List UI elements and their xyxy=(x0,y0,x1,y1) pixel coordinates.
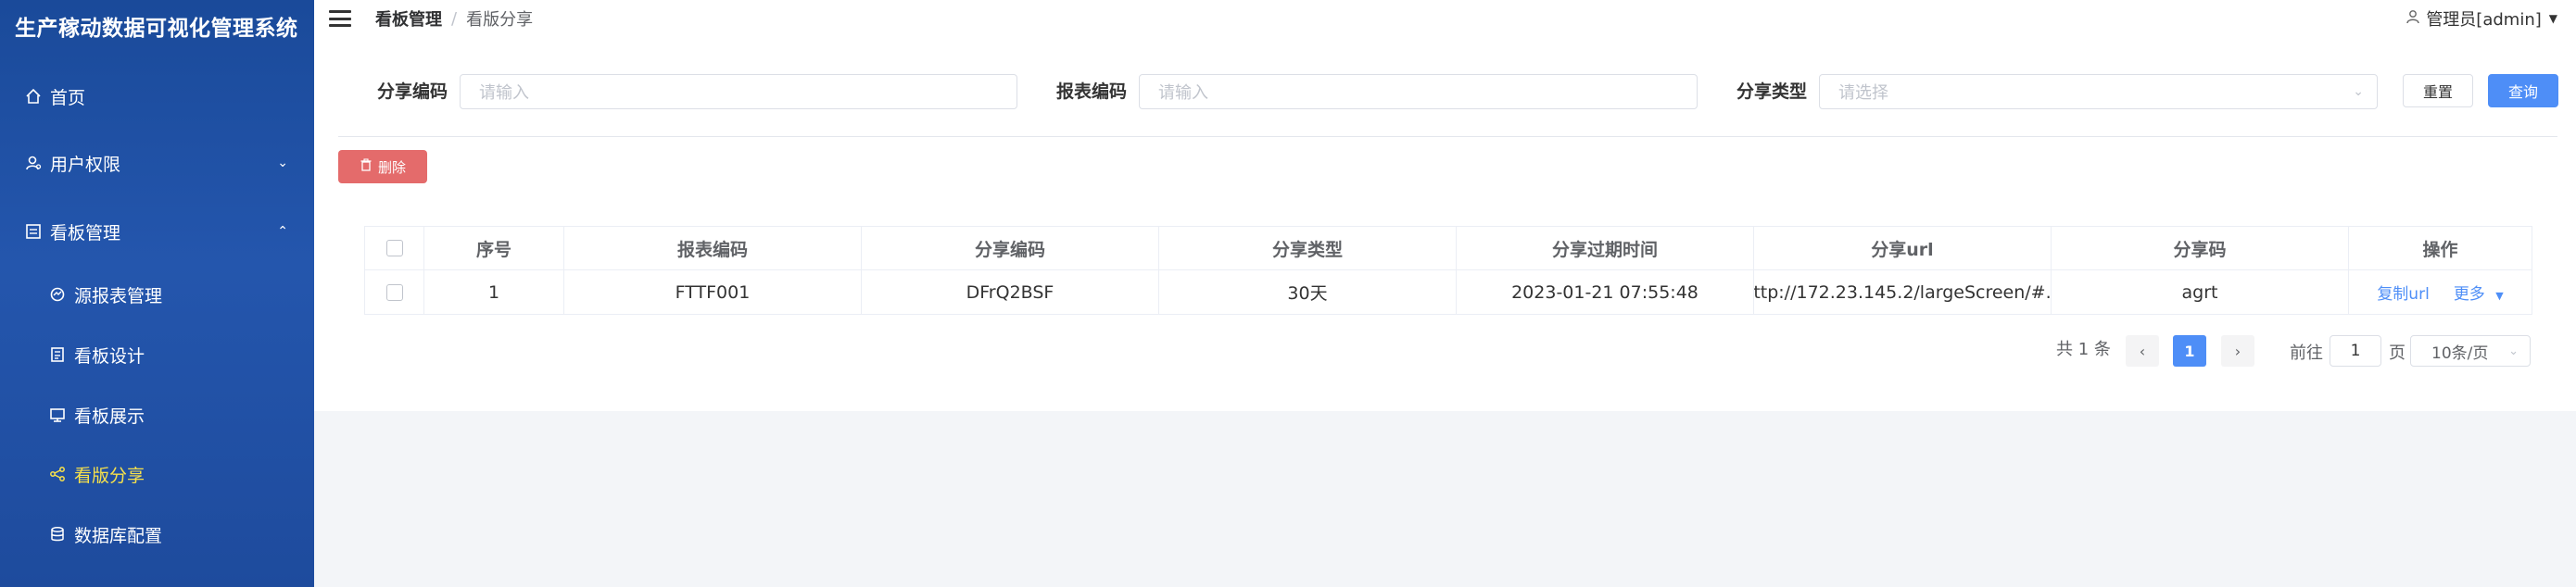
share-type-label: 分享类型 xyxy=(1736,81,1808,102)
divider xyxy=(338,136,2557,137)
chevron-left-icon: ‹ xyxy=(2139,342,2146,360)
main-panel: 分享编码 请输入 报表编码 请输入 分享类型 请选择 ⌄ 重置 查询 删除 序号… xyxy=(314,37,2576,411)
caret-down-icon: ▼ xyxy=(2495,290,2504,302)
pagination-total: 共 1 条 xyxy=(2056,340,2111,359)
cell-operations: 复制url 更多 ▼ xyxy=(2349,270,2532,314)
breadcrumb-current: 看版分享 xyxy=(466,10,534,30)
sidebar-item-label: 看板展示 xyxy=(74,406,145,427)
prev-page-button[interactable]: ‹ xyxy=(2126,335,2159,367)
sidebar-item-label: 看板设计 xyxy=(74,345,145,367)
column-header: 报表编码 xyxy=(564,227,862,269)
sidebar-item-board-display[interactable]: 看板展示 xyxy=(0,389,314,441)
more-label: 更多 xyxy=(2453,285,2485,304)
cell-expire-time: 2023-01-21 07:55:48 xyxy=(1457,270,1754,314)
breadcrumb-parent[interactable]: 看板管理 xyxy=(375,6,442,31)
table-header-row: 序号 报表编码 分享编码 分享类型 分享过期时间 分享url 分享码 操作 xyxy=(365,227,2532,270)
table-row: 1 FTTF001 DFrQ2BSF 30天 2023-01-21 07:55:… xyxy=(365,270,2532,314)
column-header: 分享编码 xyxy=(862,227,1159,269)
goto-label: 前往 xyxy=(2290,343,2323,363)
more-dropdown[interactable]: 更多 ▼ xyxy=(2454,281,2504,304)
delete-label: 删除 xyxy=(377,158,406,176)
cell-report-code: FTTF001 xyxy=(564,270,862,314)
menu-toggle-icon[interactable] xyxy=(329,8,351,29)
cell-share-url: http://172.23.145.2/largeScreen/#... xyxy=(1754,270,2052,314)
share-code-placeholder: 请输入 xyxy=(479,83,529,103)
cell-share-code: DFrQ2BSF xyxy=(862,270,1159,314)
cell-index: 1 xyxy=(424,270,564,314)
sidebar-item-label: 源报表管理 xyxy=(74,285,163,306)
row-checkbox[interactable] xyxy=(385,283,403,301)
cell-share-type: 30天 xyxy=(1159,270,1457,314)
design-icon xyxy=(48,345,67,364)
sidebar-item-database-config[interactable]: 数据库配置 xyxy=(0,508,314,560)
column-header: 分享url xyxy=(1754,227,2052,269)
home-icon xyxy=(24,87,43,106)
page-size-select[interactable]: 10条/页 ⌄ xyxy=(2410,335,2531,367)
report-code-input[interactable]: 请输入 xyxy=(1139,74,1698,109)
share-code-input[interactable]: 请输入 xyxy=(460,74,1017,109)
share-table: 序号 报表编码 分享编码 分享类型 分享过期时间 分享url 分享码 操作 1 … xyxy=(364,226,2532,315)
trash-icon xyxy=(360,158,373,175)
chevron-up-icon: ⌃ xyxy=(277,224,288,239)
top-bar: 看板管理 / 看版分享 管理员[admin] ▼ xyxy=(314,0,2576,37)
select-all-checkbox[interactable] xyxy=(385,240,403,256)
column-header: 分享类型 xyxy=(1159,227,1457,269)
cell-share-key: agrt xyxy=(2052,270,2349,314)
breadcrumb: 看板管理 / 看版分享 xyxy=(375,6,533,31)
database-icon xyxy=(48,525,67,543)
column-header: 操作 xyxy=(2422,239,2458,260)
sidebar-item-home[interactable]: 首页 xyxy=(0,70,314,122)
reset-button[interactable]: 重置 xyxy=(2403,74,2473,107)
sidebar-item-source-report[interactable]: 源报表管理 xyxy=(0,269,314,320)
query-button[interactable]: 查询 xyxy=(2488,74,2558,107)
caret-down-icon: ▼ xyxy=(2548,12,2557,25)
board-icon xyxy=(24,222,43,241)
sidebar-item-label: 看板管理 xyxy=(50,222,121,244)
chevron-down-icon: ⌄ xyxy=(2353,84,2364,99)
next-page-button[interactable]: › xyxy=(2221,335,2254,367)
sidebar-item-label: 看版分享 xyxy=(74,465,145,486)
sidebar: 生产稼动数据可视化管理系统 首页 用户权限 ⌄ 看板管理 ⌃ 源报表管理 看板设… xyxy=(0,0,314,587)
report-icon xyxy=(48,285,67,304)
report-code-placeholder: 请输入 xyxy=(1158,83,1208,103)
share-icon xyxy=(48,465,67,483)
goto-page-input[interactable]: 1 xyxy=(2330,335,2381,367)
sidebar-item-board-design[interactable]: 看板设计 xyxy=(0,329,314,381)
row-select-cell xyxy=(365,270,424,314)
sidebar-item-label: 数据库配置 xyxy=(74,525,163,546)
user-menu[interactable]: 管理员[admin] ▼ xyxy=(2406,0,2557,37)
delete-button[interactable]: 删除 xyxy=(338,150,427,183)
breadcrumb-separator: / xyxy=(451,8,458,29)
copy-url-link[interactable]: 复制url xyxy=(2377,281,2430,304)
user-icon xyxy=(24,154,43,172)
report-code-label: 报表编码 xyxy=(1056,81,1128,102)
chevron-down-icon: ⌄ xyxy=(277,156,288,170)
column-header: 分享码 xyxy=(2052,227,2349,269)
user-name: 管理员[admin] xyxy=(2426,10,2542,30)
chevron-right-icon: › xyxy=(2234,342,2241,360)
sidebar-item-board-management[interactable]: 看板管理 ⌃ xyxy=(0,206,314,257)
sidebar-item-label: 首页 xyxy=(50,87,86,108)
sidebar-item-board-share[interactable]: 看版分享 xyxy=(0,448,314,500)
select-all-cell xyxy=(365,227,424,269)
sidebar-item-label: 用户权限 xyxy=(50,154,121,175)
page-unit-label: 页 xyxy=(2389,343,2406,363)
share-code-label: 分享编码 xyxy=(377,81,448,102)
display-icon xyxy=(48,406,67,424)
column-header: 分享过期时间 xyxy=(1457,227,1754,269)
page-size-value: 10条/页 xyxy=(2431,343,2489,363)
chevron-down-icon: ⌄ xyxy=(2508,343,2519,358)
page-number-button[interactable]: 1 xyxy=(2173,335,2206,367)
column-header: 序号 xyxy=(424,227,564,269)
user-icon xyxy=(2406,9,2420,29)
sidebar-item-user-permission[interactable]: 用户权限 ⌄ xyxy=(0,137,314,189)
app-title: 生产稼动数据可视化管理系统 xyxy=(15,17,298,41)
share-type-select[interactable]: 请选择 ⌄ xyxy=(1819,74,2378,109)
share-type-placeholder: 请选择 xyxy=(1838,83,1888,103)
